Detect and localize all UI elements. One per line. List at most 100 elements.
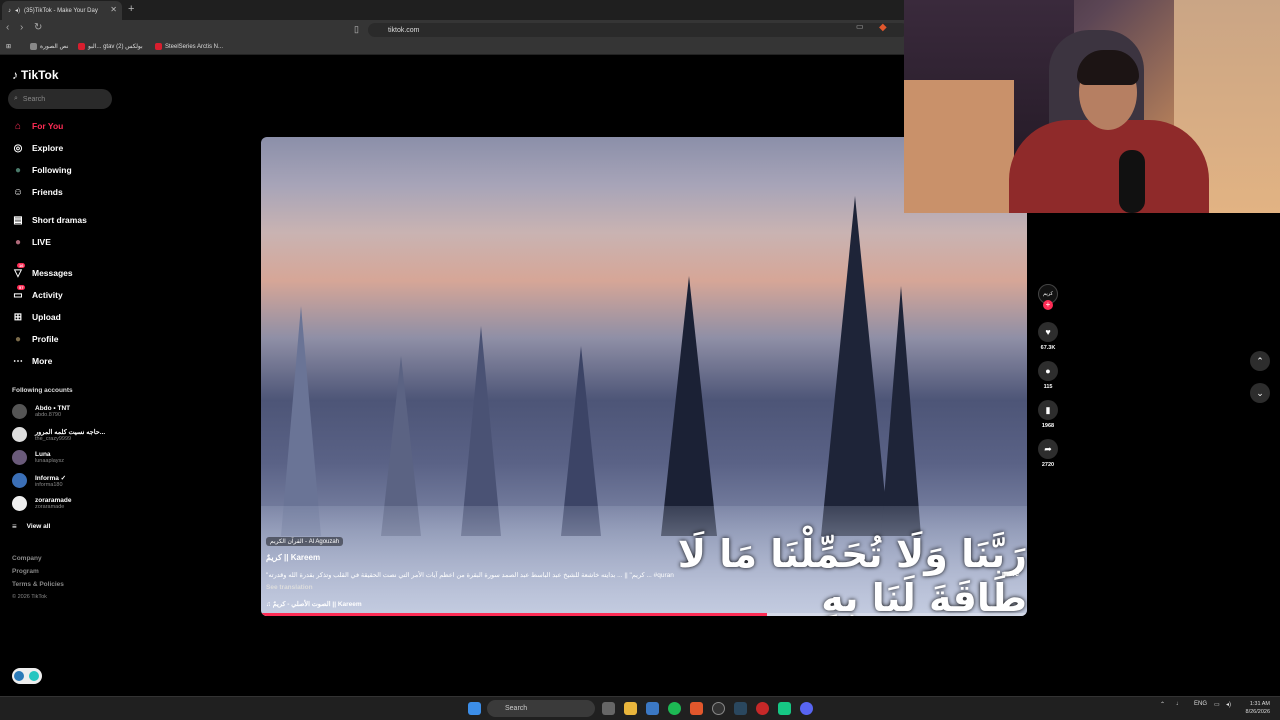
obs-icon[interactable] xyxy=(712,702,725,715)
address-bar[interactable]: tiktok.com xyxy=(368,23,908,37)
like-action[interactable]: ♥ 67.3K xyxy=(1036,322,1060,351)
search-placeholder: Search xyxy=(22,95,46,103)
nav-explore[interactable]: ◎ Explore xyxy=(12,142,64,154)
previous-video-button[interactable]: ⌃ xyxy=(1250,351,1270,371)
nav-messages[interactable]: ▽ 16 Messages xyxy=(12,263,73,279)
video-progress-fill xyxy=(261,613,767,616)
tree-shape xyxy=(461,326,501,536)
brave-icon[interactable] xyxy=(690,702,703,715)
share-icon[interactable]: ➦ xyxy=(1038,439,1058,459)
file-explorer-icon[interactable] xyxy=(624,702,637,715)
avatar xyxy=(12,404,27,419)
nav-following[interactable]: ● Following xyxy=(12,164,72,176)
following-account[interactable]: Luna lunaaplaysz xyxy=(12,450,64,465)
save-count: 1968 xyxy=(1041,423,1055,429)
following-avatar-icon: ● xyxy=(14,164,22,176)
bookmark-item[interactable]: نص الصورة xyxy=(30,43,69,50)
nav-friends[interactable]: ☺ Friends xyxy=(12,186,63,198)
footer-terms[interactable]: Terms & Policies xyxy=(12,581,64,588)
following-account[interactable]: Informa ✓ informa180 xyxy=(12,473,66,488)
clock-date: 8/26/2026 xyxy=(1245,709,1270,715)
footer-program[interactable]: Program xyxy=(12,568,39,575)
sound-tag[interactable]: القرآن الكريم - Al Agouzah xyxy=(266,537,344,546)
bookmark-item[interactable]: البو... gtav بولكس (2) xyxy=(78,43,143,50)
chevron-down-icon: ⌄ xyxy=(1256,387,1264,398)
nav-short-dramas[interactable]: ▤ Short dramas xyxy=(12,214,87,226)
apps-grid-icon[interactable]: ⊞ xyxy=(6,43,11,50)
home-icon: ⌂ xyxy=(14,120,22,132)
webcam-person-shirt xyxy=(1009,120,1209,213)
task-view-icon[interactable] xyxy=(602,702,615,715)
reload-icon[interactable]: ↻ xyxy=(34,22,42,33)
more-icon: ⋯ xyxy=(13,355,23,367)
bookmark-icon[interactable]: ▯ xyxy=(354,24,359,35)
more-button[interactable]: more xyxy=(1002,571,1019,578)
microphone-icon[interactable]: ♩ xyxy=(1176,701,1182,707)
volume-icon[interactable]: ◂) xyxy=(1226,701,1231,708)
forward-icon[interactable]: › xyxy=(20,22,23,33)
nav-live[interactable]: ● LIVE xyxy=(12,236,51,248)
back-icon[interactable]: ‹ xyxy=(6,22,9,33)
tiktok-tab-icon: ♪ xyxy=(8,7,11,14)
tab-title: (35)TikTok - Make Your Day xyxy=(24,7,98,14)
network-icon[interactable]: ▭ xyxy=(1214,701,1220,708)
like-count: 67.3K xyxy=(1040,345,1056,351)
following-account[interactable]: Abdo • TNT abdo.8790 xyxy=(12,404,70,419)
mobile-app-icon xyxy=(29,671,39,681)
video-progress-bar[interactable] xyxy=(261,613,1027,616)
steelseries-favicon xyxy=(155,43,162,50)
see-translation-button[interactable]: See translation xyxy=(266,584,313,591)
nav-more[interactable]: ⋯ More xyxy=(12,355,52,367)
chrome-icon[interactable] xyxy=(756,702,769,715)
follow-plus-icon[interactable]: + xyxy=(1043,300,1053,310)
comment-icon[interactable]: ● xyxy=(1038,361,1058,381)
view-all-link[interactable]: ≡ View all xyxy=(12,522,50,531)
nav-activity[interactable]: ▭ 57 Activity xyxy=(12,285,63,301)
brave-shield-icon[interactable]: ◆ xyxy=(879,22,887,33)
tray-chevron-icon[interactable]: ⌃ xyxy=(1160,701,1165,708)
nav-profile[interactable]: ● Profile xyxy=(12,333,58,345)
profile-avatar-icon: ● xyxy=(14,333,22,345)
live-avatar-icon: ● xyxy=(14,236,22,248)
messages-badge: 16 xyxy=(17,263,26,268)
bookmark-item[interactable]: SteelSeries Arctis N... xyxy=(155,43,223,50)
comment-action[interactable]: ● 115 xyxy=(1036,361,1060,390)
heart-icon[interactable]: ♥ xyxy=(1038,322,1058,342)
video-author[interactable]: كريمٌ || Kareem xyxy=(266,553,320,562)
language-indicator[interactable]: ENG xyxy=(1194,701,1207,707)
system-clock[interactable]: 1:31 AM 8/26/2026 xyxy=(1246,700,1270,716)
nav-for-you[interactable]: ⌂ For You xyxy=(12,120,63,132)
app-icon[interactable] xyxy=(778,702,791,715)
tiktok-logo[interactable]: ♪ TikTok xyxy=(12,68,59,82)
music-label[interactable]: ♫ الصوت الأصلي - كريمٌ || Kareem xyxy=(266,600,362,608)
search-input[interactable]: ⌕ Search xyxy=(8,89,112,109)
footer-company[interactable]: Company xyxy=(12,555,42,562)
chevron-up-icon: ⌃ xyxy=(1256,355,1264,366)
tab-close-icon[interactable]: ✕ xyxy=(110,5,117,14)
discord-icon[interactable] xyxy=(800,702,813,715)
activity-badge: 57 xyxy=(17,285,26,290)
following-account[interactable]: حاجه نسيت كلمه المرور... the_crazy9999 xyxy=(12,427,105,442)
windows-start-icon[interactable] xyxy=(468,702,481,715)
cast-icon[interactable]: ▭ xyxy=(856,22,864,31)
taskbar-search-label: Search xyxy=(505,705,528,712)
steam-icon[interactable] xyxy=(734,702,747,715)
save-action[interactable]: ▮ 1968 xyxy=(1036,400,1060,429)
browser-tab[interactable]: ♪ ◂) (35)TikTok - Make Your Day ✕ xyxy=(2,1,122,20)
get-app-button[interactable] xyxy=(12,668,42,684)
avatar xyxy=(12,473,27,488)
new-tab-button[interactable]: + xyxy=(128,3,134,15)
webcam-bed xyxy=(904,80,1014,213)
copyright: © 2026 TikTok xyxy=(12,594,47,600)
following-account[interactable]: zoraramade zoraramade xyxy=(12,496,72,511)
share-action[interactable]: ➦ 2720 xyxy=(1036,439,1060,468)
bookmark-save-icon[interactable]: ▮ xyxy=(1038,400,1058,420)
nav-upload[interactable]: ⊞ Upload xyxy=(12,311,61,323)
list-icon: ≡ xyxy=(12,522,17,531)
taskbar-search[interactable]: Search xyxy=(487,700,595,717)
mail-icon[interactable] xyxy=(646,702,659,715)
spotify-icon[interactable] xyxy=(668,702,681,715)
friends-icon: ☺ xyxy=(12,186,24,198)
webcam-person-hair xyxy=(1077,50,1139,85)
next-video-button[interactable]: ⌄ xyxy=(1250,383,1270,403)
